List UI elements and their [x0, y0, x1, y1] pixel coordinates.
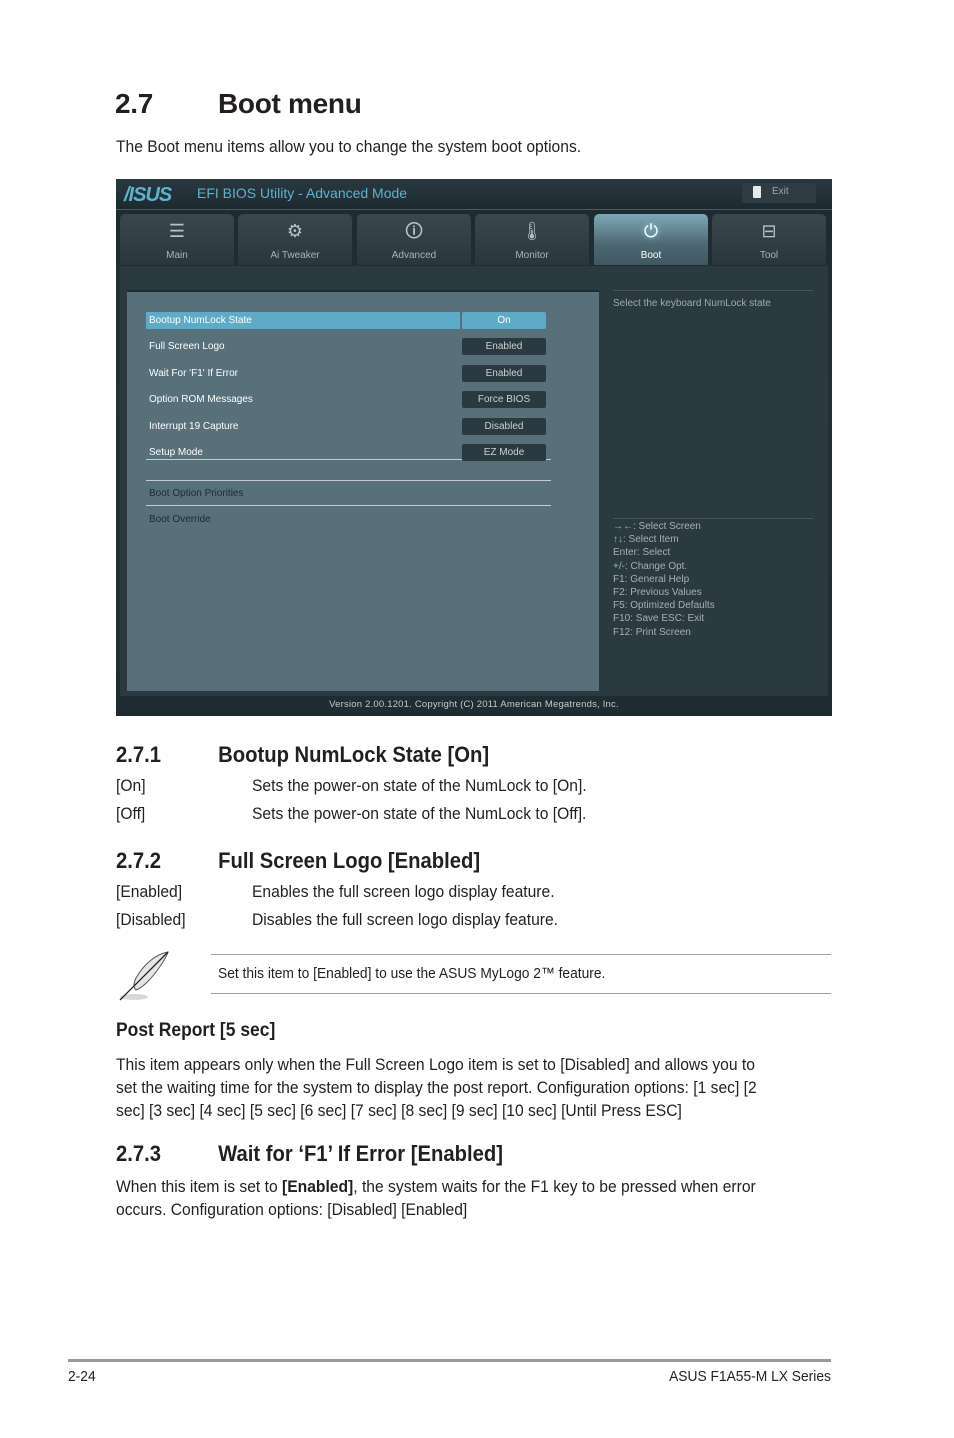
value-interrupt-19[interactable]: Disabled [462, 418, 546, 435]
text: , the system waits for the F1 key to be … [353, 1177, 756, 1196]
exit-label: Exit [772, 186, 789, 197]
key-legend-item: F5: Optimized Defaults [613, 600, 715, 612]
setting-full-screen-logo[interactable]: Full Screen Logo [146, 338, 460, 355]
list-icon: ☰ [168, 221, 186, 241]
tab-label: Advanced [391, 250, 437, 261]
paragraph-line: When this item is set to [Enabled], the … [116, 1175, 834, 1198]
section-title: Boot menu [218, 88, 362, 119]
option-row: [Enabled] Enables the full screen logo d… [116, 882, 816, 904]
key-legend-item: F2: Previous Values [613, 587, 702, 599]
note-text: Set this item to [Enabled] to use the AS… [218, 965, 606, 982]
submenu-boot-option-priorities[interactable]: Boot Option Priorities [149, 488, 244, 499]
bios-title-bar: /ISUS EFI BIOS Utility - Advanced Mode E… [116, 179, 832, 210]
paragraph-line: set the waiting time for the system to d… [116, 1078, 757, 1097]
submenu-boot-override[interactable]: Boot Override [149, 514, 211, 525]
thermometer-icon: 🌡 [520, 221, 544, 241]
key-legend-item: ↑↓: Select Item [613, 534, 679, 546]
page-number: 2-24 [68, 1368, 96, 1385]
setting-wait-f1[interactable]: Wait For 'F1' If Error [146, 365, 460, 382]
bios-tabs: ☰ Main ⚙ Ai Tweaker 🛈 Advanced 🌡 Monitor… [120, 214, 830, 266]
value-option-rom[interactable]: Force BIOS [462, 391, 546, 408]
value-bootup-numlock[interactable]: On [462, 312, 546, 329]
divider [146, 505, 551, 506]
option-desc: Enables the full screen logo display fea… [252, 882, 555, 901]
subsection-number: 2.7.3 [116, 1141, 162, 1166]
option-key: [Enabled] [116, 882, 183, 901]
power-icon: ⏻ [643, 221, 659, 241]
setting-option-rom[interactable]: Option ROM Messages [146, 391, 460, 408]
divider [613, 290, 813, 291]
note-divider-bottom [211, 993, 831, 994]
settings-pane: Bootup NumLock State On Full Screen Logo… [127, 290, 599, 691]
exit-button[interactable]: Exit [742, 183, 816, 203]
product-name: ASUS F1A55-M LX Series [669, 1368, 831, 1385]
value-full-screen-logo[interactable]: Enabled [462, 338, 546, 355]
subsection-number: 2.7.1 [116, 742, 162, 767]
footer-rule [68, 1359, 831, 1362]
setting-interrupt-19[interactable]: Interrupt 19 Capture [146, 418, 460, 435]
toolbox-icon: ⊟ [761, 221, 777, 241]
paragraph-line: sec] [3 sec] [4 sec] [5 sec] [6 sec] [7 … [116, 1101, 682, 1120]
exit-door-icon [753, 186, 761, 198]
option-key: [Off] [116, 804, 146, 823]
option-key: [Disabled] [116, 910, 186, 929]
advanced-info-icon: 🛈 [404, 221, 424, 241]
option-desc: Disables the full screen logo display fe… [252, 910, 559, 929]
option-row: [Disabled] Disables the full screen logo… [116, 910, 816, 932]
divider [613, 518, 813, 519]
option-key: [On] [116, 776, 146, 795]
bios-version-footer: Version 2.00.1201. Copyright (C) 2011 Am… [329, 699, 619, 710]
subsection-title: Wait for ‘F1’ If Error [Enabled] [218, 1141, 504, 1166]
key-legend-item: F10: Save ESC: Exit [613, 613, 705, 625]
divider [146, 480, 551, 481]
tab-label: Tool [759, 250, 779, 261]
tab-ai-tweaker[interactable]: ⚙ Ai Tweaker [238, 214, 352, 265]
s273-body: When this item is set to [Enabled], the … [116, 1175, 834, 1221]
post-report-heading: Post Report [5 sec] [116, 1020, 276, 1041]
tab-monitor[interactable]: 🌡 Monitor [475, 214, 589, 265]
key-legend-item: F12: Print Screen [613, 626, 691, 638]
value-setup-mode[interactable]: EZ Mode [462, 444, 546, 461]
bios-title: EFI BIOS Utility - Advanced Mode [197, 185, 408, 201]
tab-label: Boot [640, 250, 662, 261]
help-text: Select the keyboard NumLock state [613, 298, 771, 309]
asus-logo: /ISUS [124, 184, 172, 206]
tab-label: Ai Tweaker [270, 250, 320, 261]
help-pane: Select the keyboard NumLock state →←: Se… [606, 290, 826, 689]
tab-label: Monitor [515, 250, 549, 261]
key-legend-item: →←: Select Screen [613, 521, 701, 532]
option-desc: Sets the power-on state of the NumLock t… [252, 776, 587, 795]
tweaker-icon: ⚙ [286, 221, 304, 241]
tab-label: Main [166, 250, 188, 261]
text: When this item is set to [116, 1177, 283, 1196]
paragraph-line: This item appears only when the Full Scr… [116, 1055, 755, 1074]
feather-pen-icon [119, 951, 169, 1001]
key-legend-item: +/-: Change Opt. [613, 560, 688, 572]
key-legend-item: Enter: Select [613, 547, 671, 559]
value-wait-f1[interactable]: Enabled [462, 365, 546, 382]
section-intro: The Boot menu items allow you to change … [116, 137, 582, 156]
note-divider-top [211, 954, 831, 955]
post-report-body: This item appears only when the Full Scr… [116, 1053, 834, 1122]
subsection-title: Bootup NumLock State [On] [218, 742, 490, 767]
option-desc: Sets the power-on state of the NumLock t… [252, 804, 587, 823]
option-row: [On] Sets the power-on state of the NumL… [116, 776, 816, 798]
bios-screenshot: /ISUS EFI BIOS Utility - Advanced Mode E… [116, 179, 832, 716]
paragraph-line: occurs. Configuration options: [Disabled… [116, 1200, 468, 1219]
subsection-title: Full Screen Logo [Enabled] [218, 848, 481, 873]
bold-text: [Enabled] [282, 1177, 354, 1196]
tab-boot[interactable]: ⏻ Boot [594, 214, 708, 265]
key-legend-item: F1: General Help [613, 573, 690, 585]
subsection-number: 2.7.2 [116, 848, 162, 873]
setting-bootup-numlock[interactable]: Bootup NumLock State [146, 312, 460, 329]
key-legend: →←: Select Screen ↑↓: Select Item Enter:… [613, 520, 715, 639]
tab-advanced[interactable]: 🛈 Advanced [357, 214, 471, 265]
tab-tool[interactable]: ⊟ Tool [712, 214, 826, 265]
option-row: [Off] Sets the power-on state of the Num… [116, 804, 816, 826]
section-number: 2.7 [115, 88, 154, 119]
tab-main[interactable]: ☰ Main [120, 214, 234, 265]
